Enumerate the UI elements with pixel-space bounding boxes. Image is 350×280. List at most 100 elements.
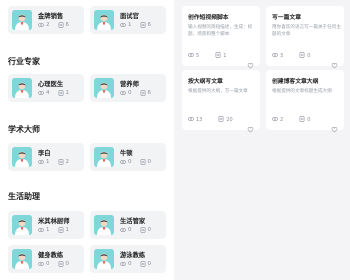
chat-icon (58, 227, 64, 233)
chat-icon (58, 261, 64, 267)
agent-card[interactable]: 游泳教练 0 0 (90, 245, 166, 273)
agent-stats: 0 0 (120, 261, 151, 267)
views-icon (188, 52, 194, 60)
views-icon (188, 116, 194, 124)
views-count: 2 (46, 22, 50, 28)
comment-icon (218, 116, 224, 124)
avatar (94, 147, 114, 167)
prompt-stats: 13 20 (188, 116, 233, 124)
views-icon (272, 52, 278, 60)
agent-name: 游泳教练 (120, 252, 146, 259)
chat-icon (140, 261, 146, 267)
avatar (12, 249, 32, 269)
views-count: 4 (46, 90, 50, 96)
agent-name: 金牌销售 (38, 13, 64, 20)
views-count: 13 (196, 117, 203, 123)
views-icon (120, 261, 126, 267)
views-icon (38, 261, 44, 267)
agent-card[interactable]: 健身教练 0 0 (8, 245, 84, 273)
views-icon (272, 116, 278, 124)
views-count: 1 (46, 159, 50, 165)
views-icon (38, 22, 44, 28)
agent-name: 牛顿 (120, 150, 133, 157)
avatar (94, 249, 114, 269)
agent-name: 李白 (38, 150, 51, 157)
comment-icon (299, 116, 305, 124)
prompt-card[interactable]: 按大纲写文章 根据提供的大纲，写一篇文章 13 20 (182, 70, 260, 133)
chat-icon (58, 159, 64, 165)
agent-stats: 0 6 (120, 90, 151, 96)
avatar (12, 78, 32, 98)
agent-card[interactable]: 心理医生 4 1 (8, 74, 84, 102)
avatar (12, 215, 32, 235)
like-heart-icon[interactable] (331, 54, 338, 69)
comments-count: 20 (226, 117, 233, 123)
agent-name: 生活管家 (120, 218, 146, 225)
prompt-stats: 3 0 (272, 52, 310, 60)
agent-card[interactable]: 营养师 0 6 (90, 74, 166, 102)
views-icon (120, 22, 126, 28)
prompt-stats: 2 0 (272, 116, 310, 124)
agent-card[interactable]: 米其林厨师 1 1 (8, 211, 84, 239)
views-count: 3 (280, 53, 284, 59)
prompt-description: 输入视频的简短描述，生成：标题、场景和整个脚本 (188, 25, 253, 37)
prompt-description: 用你喜欢的语言写一篇关于任何主题的文章 (272, 25, 341, 37)
views-count: 0 (128, 227, 132, 233)
views-icon (38, 227, 44, 233)
views-count: 0 (128, 261, 132, 267)
views-count: 5 (196, 53, 200, 59)
prompt-description: 根据提供的文章标题生成大纲 (272, 89, 332, 94)
chats-count: 0 (147, 159, 152, 165)
section-title-life-assistants: 生活助理 (8, 192, 40, 201)
like-heart-icon[interactable] (247, 118, 254, 133)
prompt-card[interactable]: 创作短视频脚本 输入视频的简短描述，生成：标题、场景和整个脚本 5 1 (182, 6, 260, 69)
comments-count: 0 (307, 53, 311, 59)
chats-count: 1 (65, 90, 70, 96)
section-title-industry-experts: 行业专家 (8, 57, 40, 66)
agent-stats: 0 0 (120, 159, 151, 165)
prompt-title: 创作短视频脚本 (188, 15, 229, 21)
chat-icon (140, 227, 146, 233)
agent-stats: 4 1 (38, 90, 69, 96)
views-icon (120, 227, 126, 233)
views-icon (120, 159, 126, 165)
like-heart-icon[interactable] (247, 54, 254, 69)
chat-icon (140, 22, 146, 28)
chats-count: 0 (65, 261, 70, 267)
views-count: 0 (128, 159, 132, 165)
prompt-card[interactable]: 创建博客文章大纲 根据提供的文章标题生成大纲 2 0 (266, 70, 344, 133)
agent-stats: 2 6 (38, 22, 69, 28)
agent-name: 米其林厨师 (38, 218, 70, 225)
chat-icon (140, 159, 146, 165)
prompt-title: 创建博客文章大纲 (272, 79, 319, 85)
agent-name: 面试官 (120, 13, 139, 20)
comment-icon (215, 52, 221, 60)
avatar (94, 10, 114, 30)
prompt-description: 根据提供的大纲，写一篇文章 (188, 89, 248, 94)
chats-count: 6 (147, 22, 152, 28)
comments-count: 0 (307, 117, 311, 123)
prompt-title: 写一篇文章 (272, 15, 301, 21)
chats-count: 0 (147, 227, 152, 233)
prompt-template-panel: 创作短视频脚本 输入视频的简短描述，生成：标题、场景和整个脚本 5 1 写一篇文… (174, 0, 350, 280)
chats-count: 2 (65, 159, 70, 165)
agent-stats: 1 1 (38, 227, 69, 233)
prompt-card[interactable]: 写一篇文章 用你喜欢的语言写一篇关于任何主题的文章 3 0 (266, 6, 344, 69)
avatar (12, 10, 32, 30)
agent-card[interactable]: 面试官 1 6 (90, 6, 166, 34)
agent-card[interactable]: 生活管家 0 0 (90, 211, 166, 239)
agent-card[interactable]: 牛顿 0 0 (90, 143, 166, 171)
views-count: 1 (46, 227, 50, 233)
prompt-stats: 5 1 (188, 52, 226, 60)
like-heart-icon[interactable] (331, 118, 338, 133)
agent-card[interactable]: 李白 1 2 (8, 143, 84, 171)
prompt-title: 按大纲写文章 (188, 79, 223, 85)
agent-name: 营养师 (120, 81, 139, 88)
agent-card[interactable]: 金牌销售 2 6 (8, 6, 84, 34)
agent-stats: 1 2 (38, 159, 69, 165)
chat-icon (58, 22, 64, 28)
avatar (94, 215, 114, 235)
avatar (12, 147, 32, 167)
avatar (94, 78, 114, 98)
agent-name: 健身教练 (38, 252, 64, 259)
